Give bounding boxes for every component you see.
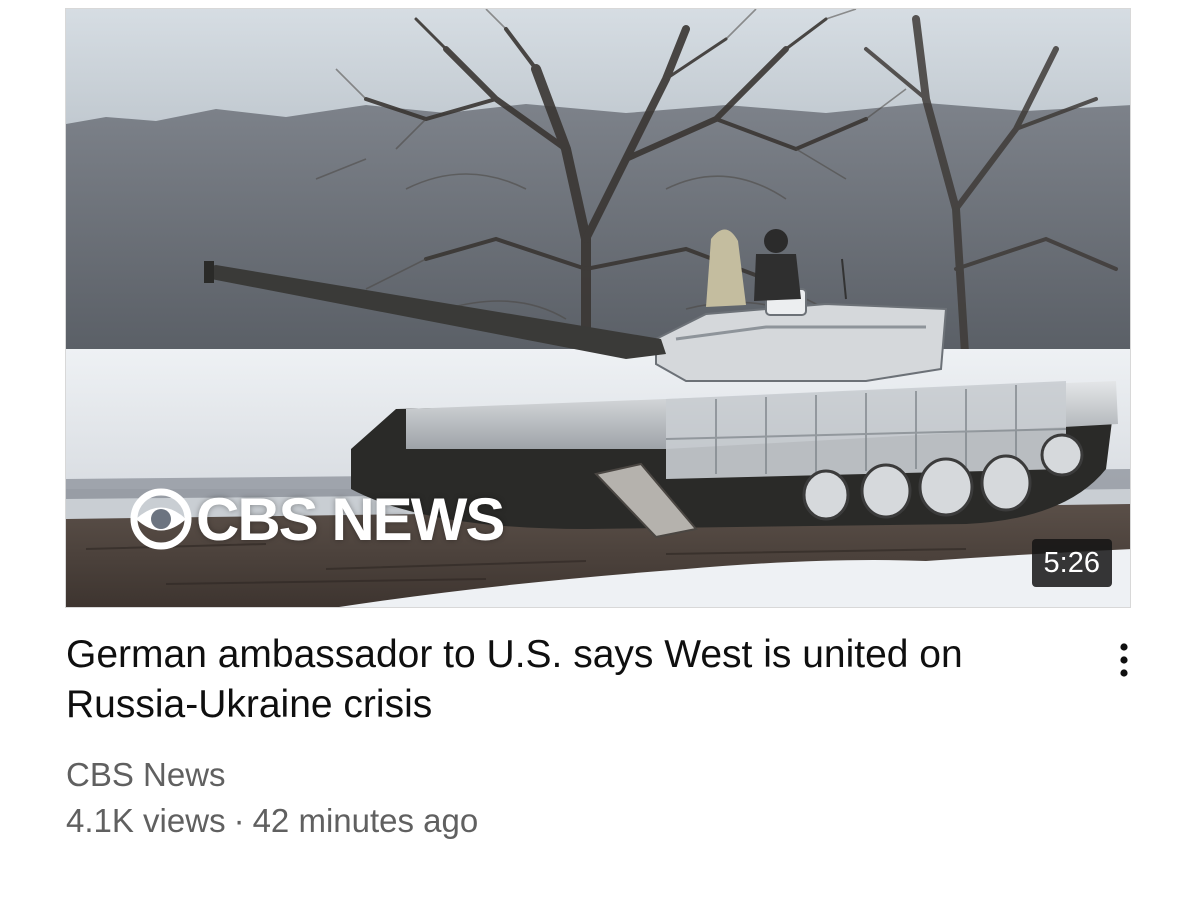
upload-age: 42 minutes ago [252,802,479,839]
watermark-text: CBS NEWS [196,485,505,553]
view-count: 4.1K views [66,802,226,839]
meta-separator: · [233,802,245,839]
cbs-news-watermark: CBS NEWS [130,479,505,559]
duration-badge: 5:26 [1031,539,1112,587]
cbs-eye-icon [130,488,192,550]
video-card[interactable]: CBS NEWS 5:26 German ambassador to U.S. … [0,0,1200,900]
channel-name[interactable]: CBS News [66,752,1096,798]
more-vert-icon [1120,643,1128,677]
more-options-button[interactable] [1106,638,1142,682]
video-title[interactable]: German ambassador to U.S. says West is u… [66,630,1096,730]
video-stats: 4.1K views · 42 minutes ago [66,798,1096,844]
video-thumbnail[interactable]: CBS NEWS 5:26 [65,8,1131,608]
video-details: German ambassador to U.S. says West is u… [66,630,1096,844]
